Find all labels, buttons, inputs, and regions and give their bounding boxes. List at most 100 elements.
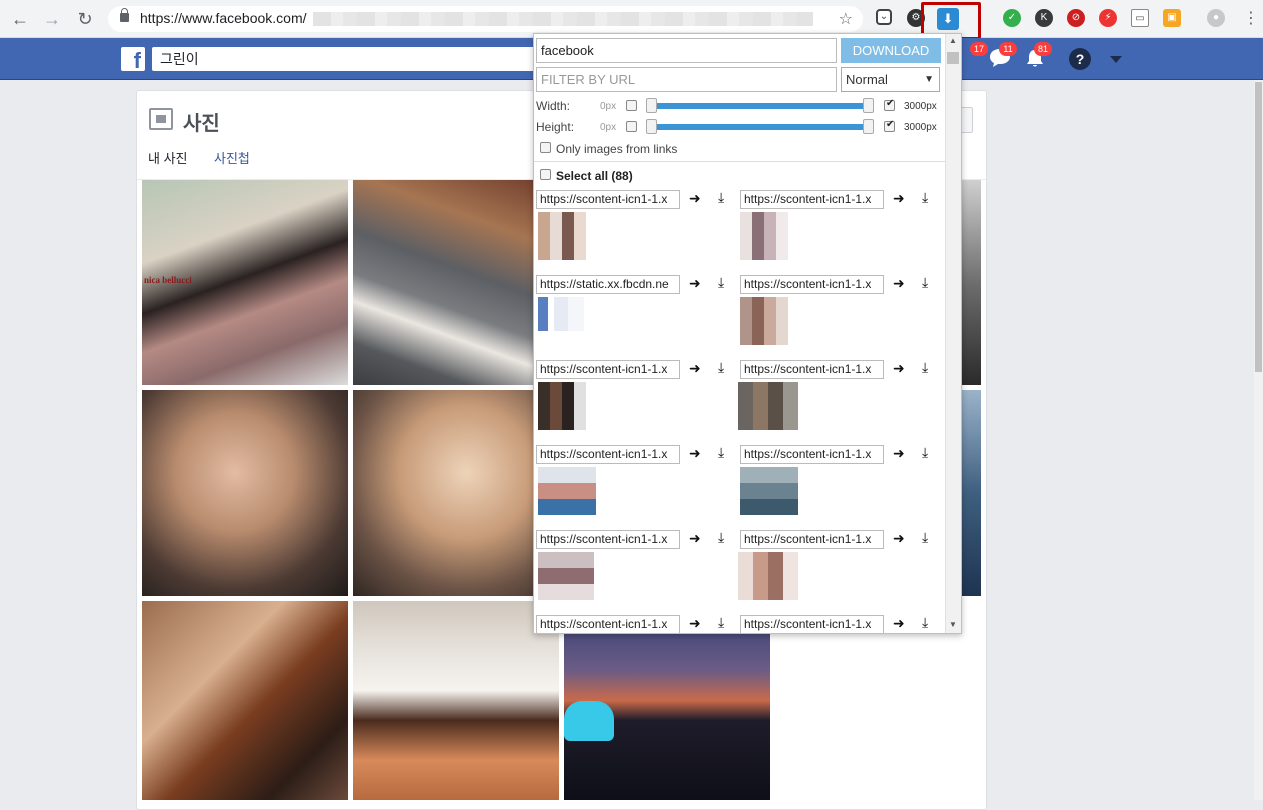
image-thumbnail[interactable] — [538, 212, 586, 260]
width-max-checkbox[interactable] — [884, 98, 895, 111]
only-links-checkbox[interactable] — [540, 142, 551, 153]
image-url-field[interactable]: https://scontent-icn1-1.x — [740, 190, 884, 209]
folder-name-input[interactable]: facebook — [536, 38, 837, 63]
image-thumbnail[interactable] — [740, 297, 788, 345]
open-arrow-icon[interactable]: ➜ — [689, 360, 701, 377]
width-min-checkbox[interactable] — [626, 100, 637, 111]
page-scrollbar-thumb[interactable] — [1255, 82, 1262, 372]
address-bar[interactable]: https://www.facebook.com/ ☆ — [108, 6, 863, 32]
width-label: Width: — [536, 99, 571, 113]
notifications-icon[interactable]: 81 — [1024, 42, 1052, 68]
tab-my-photos[interactable]: 내 사진 — [148, 148, 188, 167]
photo-thumbnail[interactable] — [353, 390, 559, 596]
back-arrow-icon[interactable]: ← — [8, 7, 32, 31]
photo-thumbnail[interactable] — [142, 601, 348, 800]
open-arrow-icon[interactable]: ➜ — [893, 275, 905, 292]
download-icon[interactable]: ⤓ — [718, 529, 724, 546]
open-arrow-icon[interactable]: ➜ — [893, 190, 905, 207]
messages-icon[interactable]: 11 — [989, 42, 1017, 68]
image-url-field[interactable]: https://scontent-icn1-1.x — [740, 275, 884, 294]
download-icon[interactable]: ⤓ — [922, 189, 928, 206]
browser-menu-icon[interactable]: ⋮ — [1243, 8, 1259, 28]
open-arrow-icon[interactable]: ➜ — [689, 445, 701, 462]
image-url-field[interactable]: https://scontent-icn1-1.x — [536, 190, 680, 209]
width-slider-max-handle[interactable] — [863, 98, 874, 113]
forward-arrow-icon[interactable]: → — [40, 7, 64, 31]
account-menu-caret-icon[interactable] — [1110, 56, 1122, 63]
scroll-down-icon[interactable]: ▼ — [949, 620, 957, 629]
image-url-field[interactable]: https://scontent-icn1-1.x — [536, 530, 680, 549]
reload-icon[interactable]: ↻ — [73, 7, 97, 31]
shield-icon[interactable]: ✓ — [1003, 9, 1021, 27]
photo-thumbnail[interactable] — [353, 180, 559, 385]
k-extension-icon[interactable]: K — [1035, 9, 1053, 27]
image-url-field[interactable]: https://scontent-icn1-1.x — [740, 445, 884, 464]
photo-thumbnail[interactable] — [961, 180, 981, 385]
width-slider[interactable] — [652, 103, 874, 109]
height-slider-max-handle[interactable] — [863, 119, 874, 134]
image-url-field[interactable]: https://scontent-icn1-1.x — [536, 360, 680, 379]
download-button[interactable]: DOWNLOAD — [841, 38, 941, 63]
pocket-icon[interactable]: ⌄ — [876, 9, 892, 25]
facebook-search-input[interactable]: 그린이 — [152, 47, 542, 71]
image-thumbnail[interactable] — [538, 552, 594, 600]
image-downloader-extension-icon[interactable]: ⬇ — [937, 8, 959, 30]
open-arrow-icon[interactable]: ➜ — [893, 615, 905, 632]
profile-avatar-icon[interactable]: ● — [1207, 9, 1225, 27]
photo-thumbnail[interactable] — [142, 390, 348, 596]
download-icon[interactable]: ⤓ — [922, 529, 928, 546]
image-url-field[interactable]: https://scontent-icn1-1.x — [740, 615, 884, 633]
image-thumbnail[interactable] — [738, 382, 798, 430]
height-min-checkbox[interactable] — [626, 121, 637, 132]
image-thumbnail[interactable] — [740, 212, 788, 260]
download-icon[interactable]: ⤓ — [922, 614, 928, 631]
image-url-field[interactable]: https://scontent-icn1-1.x — [740, 530, 884, 549]
open-arrow-icon[interactable]: ➜ — [689, 275, 701, 292]
image-url-field[interactable]: https://scontent-icn1-1.x — [536, 445, 680, 464]
image-thumbnail[interactable] — [738, 552, 798, 600]
image-url-field[interactable]: https://scontent-icn1-1.x — [740, 360, 884, 379]
bookmark-star-icon[interactable]: ☆ — [839, 9, 853, 29]
block-icon[interactable]: ⊘ — [1067, 9, 1085, 27]
open-arrow-icon[interactable]: ➜ — [893, 360, 905, 377]
scroll-up-icon[interactable]: ▲ — [949, 36, 957, 45]
facebook-logo[interactable]: f — [121, 47, 145, 73]
filter-mode-select[interactable]: Normal ▼ — [841, 67, 940, 92]
tab-albums[interactable]: 사진첩 — [214, 148, 250, 167]
image-thumbnail[interactable] — [740, 467, 798, 515]
select-all-checkbox[interactable] — [540, 169, 551, 180]
download-icon[interactable]: ⤓ — [718, 189, 724, 206]
open-arrow-icon[interactable]: ➜ — [689, 615, 701, 632]
photo-thumbnail[interactable] — [961, 390, 981, 596]
open-arrow-icon[interactable]: ➜ — [893, 445, 905, 462]
window-icon[interactable]: ▭ — [1131, 9, 1149, 27]
image-thumbnail[interactable] — [538, 467, 596, 515]
download-icon[interactable]: ⤓ — [718, 614, 724, 631]
open-arrow-icon[interactable]: ➜ — [689, 190, 701, 207]
popup-scrollbar-thumb[interactable] — [947, 52, 959, 64]
popup-scrollbar[interactable] — [945, 34, 961, 633]
download-icon[interactable]: ⤓ — [922, 359, 928, 376]
help-icon[interactable]: ? — [1069, 48, 1091, 70]
download-icon[interactable]: ⤓ — [922, 274, 928, 291]
download-icon[interactable]: ⤓ — [718, 274, 724, 291]
photo-thumbnail[interactable]: nica bellucci — [142, 180, 348, 385]
photo-thumbnail[interactable] — [353, 601, 559, 800]
image-url-field[interactable]: https://static.xx.fbcdn.ne — [536, 275, 680, 294]
height-slider-min-handle[interactable] — [646, 119, 657, 134]
flash-icon[interactable]: ⚡ — [1099, 9, 1117, 27]
image-thumbnail[interactable] — [538, 297, 584, 331]
download-icon[interactable]: ⤓ — [718, 359, 724, 376]
friend-requests-icon[interactable]: 17 — [960, 42, 988, 68]
filter-url-input[interactable]: FILTER BY URL — [536, 67, 837, 92]
photo-extension-icon[interactable]: ▣ — [1163, 9, 1181, 27]
download-icon[interactable]: ⤓ — [922, 444, 928, 461]
open-arrow-icon[interactable]: ➜ — [689, 530, 701, 547]
height-max-checkbox[interactable] — [884, 119, 895, 132]
image-url-field[interactable]: https://scontent-icn1-1.x — [536, 615, 680, 633]
width-slider-min-handle[interactable] — [646, 98, 657, 113]
download-icon[interactable]: ⤓ — [718, 444, 724, 461]
open-arrow-icon[interactable]: ➜ — [893, 530, 905, 547]
height-slider[interactable] — [652, 124, 874, 130]
image-thumbnail[interactable] — [538, 382, 586, 430]
